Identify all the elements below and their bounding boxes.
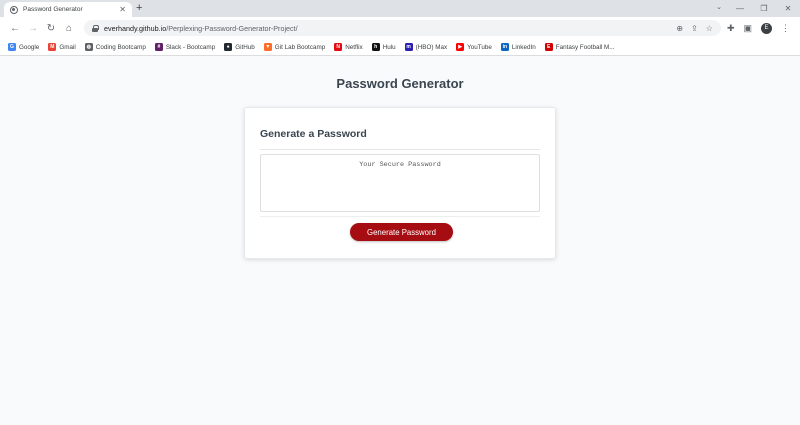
address-bar[interactable]: everhandy.github.io/Perplexing-Password-… xyxy=(84,20,721,36)
bookmark-label: Fantasy Football M... xyxy=(555,43,615,51)
home-icon[interactable]: ⌂ xyxy=(60,23,78,34)
bookmark-item[interactable]: N Netflix xyxy=(334,43,363,51)
forward-icon[interactable]: → xyxy=(24,23,42,34)
tab-search-icon[interactable]: ⌄ xyxy=(716,3,722,11)
close-window-icon[interactable]: ✕ xyxy=(776,4,800,13)
back-icon[interactable]: ← xyxy=(6,23,24,34)
bookmark-item[interactable]: M Gmail xyxy=(48,43,76,51)
url-host: everhandy.github.io xyxy=(104,23,167,33)
bookmark-label: Gmail xyxy=(59,43,76,51)
lock-icon[interactable] xyxy=(92,24,99,32)
page-content: Password Generator Generate a Password G… xyxy=(0,56,800,424)
slack-icon: # xyxy=(154,43,163,51)
hulu-icon: h xyxy=(371,43,380,51)
bookmark-label: Netflix xyxy=(345,43,363,51)
bookmark-item[interactable]: G Google xyxy=(8,43,39,51)
hbo-max-icon: m xyxy=(404,43,413,51)
linkedin-icon: in xyxy=(500,43,509,51)
card-divider xyxy=(260,216,540,217)
share-icon[interactable]: ⇪ xyxy=(691,24,698,33)
menu-icon[interactable]: ⋮ xyxy=(781,23,790,34)
zoom-icon[interactable]: ⊕ xyxy=(676,24,683,33)
browser-tab[interactable]: Password Generator ✕ xyxy=(4,2,132,17)
bookmark-label: Slack - Bootcamp xyxy=(165,43,216,51)
bookmark-label: Coding Bootcamp xyxy=(95,43,146,51)
generate-password-button[interactable]: Generate Password xyxy=(350,223,453,241)
minimize-icon[interactable]: — xyxy=(728,4,752,13)
generator-card: Generate a Password Generate Password xyxy=(244,107,556,259)
globe-icon: ◍ xyxy=(84,43,93,51)
bookmark-label: Hulu xyxy=(382,43,396,51)
restore-icon[interactable]: ❐ xyxy=(752,4,776,13)
bookmark-label: Git Lab Bootcamp xyxy=(274,43,326,51)
tab-title: Password Generator xyxy=(23,6,83,13)
bookmark-item[interactable]: ▶ YouTube xyxy=(456,43,492,51)
bookmark-label: LinkedIn xyxy=(511,43,536,51)
bookmark-item[interactable]: in LinkedIn xyxy=(500,43,536,51)
bookmark-label: YouTube xyxy=(467,43,492,51)
espn-icon: E xyxy=(544,43,553,51)
bookmark-item[interactable]: h Hulu xyxy=(371,43,396,51)
bookmark-item[interactable]: E Fantasy Football M... xyxy=(544,43,615,51)
url-path: /Perplexing-Password-Generator-Project/ xyxy=(166,23,298,33)
extensions-icon[interactable]: ✚ xyxy=(727,23,735,34)
bookmark-item[interactable]: ◍ Coding Bootcamp xyxy=(84,43,146,51)
tab-close-icon[interactable]: ✕ xyxy=(119,5,126,14)
bookmark-item[interactable]: ● GitHub xyxy=(224,43,255,51)
side-panel-icon[interactable]: ▣ xyxy=(743,23,752,34)
gmail-icon: M xyxy=(48,43,57,51)
bookmark-label: Google xyxy=(19,43,40,51)
bookmark-item[interactable]: m (HBO) Max xyxy=(404,43,448,51)
page-title: Password Generator xyxy=(336,76,464,91)
google-icon: G xyxy=(8,43,16,51)
bookmark-star-icon[interactable]: ☆ xyxy=(706,24,713,33)
browser-toolbar: ← → ↻ ⌂ everhandy.github.io/Perplexing-P… xyxy=(0,17,800,39)
tab-strip: Password Generator ✕ + ⌄ — ❐ ✕ xyxy=(0,0,800,17)
new-tab-button[interactable]: + xyxy=(136,2,142,15)
bookmark-item[interactable]: # Slack - Bootcamp xyxy=(154,43,216,51)
bookmark-label: GitHub xyxy=(235,43,255,51)
url-text: everhandy.github.io/Perplexing-Password-… xyxy=(104,24,298,33)
reload-icon[interactable]: ↻ xyxy=(42,23,60,34)
bookmarks-bar: G Google M Gmail ◍ Coding Bootcamp # Slack - Bo… xyxy=(0,39,800,56)
bookmark-label: (HBO) Max xyxy=(415,43,448,51)
youtube-icon: ▶ xyxy=(456,43,465,51)
github-icon: ● xyxy=(224,43,233,51)
globe-icon xyxy=(10,5,18,14)
netflix-icon: N xyxy=(334,43,343,51)
bookmark-item[interactable]: ▼ Git Lab Bootcamp xyxy=(263,43,326,51)
password-output[interactable] xyxy=(260,154,540,212)
window-controls: — ❐ ✕ xyxy=(728,0,800,17)
profile-avatar[interactable]: E xyxy=(761,22,772,34)
gitlab-icon: ▼ xyxy=(263,43,272,51)
card-header: Generate a Password xyxy=(260,122,540,150)
